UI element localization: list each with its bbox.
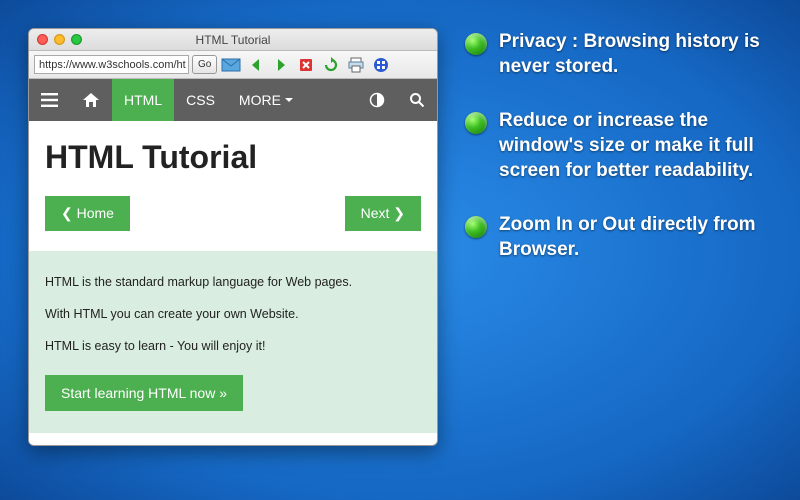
intro-text-2: With HTML you can create your own Websit…: [45, 307, 421, 321]
search-icon[interactable]: [397, 79, 437, 121]
print-icon[interactable]: [345, 54, 367, 76]
intro-text-1: HTML is the standard markup language for…: [45, 275, 421, 289]
feature-item: Reduce or increase the window's size or …: [465, 109, 780, 183]
nav-more[interactable]: MORE: [227, 79, 305, 121]
intro-text-3: HTML is easy to learn - You will enjoy i…: [45, 339, 421, 353]
reload-icon[interactable]: [320, 54, 342, 76]
url-input[interactable]: https://www.w3schools.com/ht: [34, 55, 189, 74]
nav-css[interactable]: CSS: [174, 79, 227, 121]
browser-toolbar: https://www.w3schools.com/ht Go: [29, 51, 437, 79]
page-content: HTML Tutorial ❮ Home Next ❯ HTML is the …: [29, 121, 437, 433]
nav-html[interactable]: HTML: [112, 79, 174, 121]
browser-window: HTML Tutorial https://www.w3schools.com/…: [28, 28, 438, 446]
bullet-icon: [465, 33, 487, 55]
back-icon[interactable]: [245, 54, 267, 76]
theme-icon[interactable]: [357, 79, 397, 121]
start-learning-button[interactable]: Start learning HTML now »: [45, 375, 243, 411]
feature-item: Zoom In or Out directly from Browser.: [465, 213, 780, 262]
menu-icon[interactable]: [29, 79, 70, 121]
stop-icon[interactable]: [295, 54, 317, 76]
home-button[interactable]: ❮ Home: [45, 196, 130, 231]
close-button[interactable]: [37, 34, 48, 45]
home-icon[interactable]: [70, 79, 112, 121]
apps-icon[interactable]: [370, 54, 392, 76]
minimize-button[interactable]: [54, 34, 65, 45]
titlebar: HTML Tutorial: [29, 29, 437, 51]
site-nav: HTML CSS MORE: [29, 79, 437, 121]
feature-item: Privacy : Browsing history is never stor…: [465, 30, 780, 79]
feature-text: Zoom In or Out directly from Browser.: [499, 213, 780, 262]
feature-text: Privacy : Browsing history is never stor…: [499, 30, 780, 79]
feature-text: Reduce or increase the window's size or …: [499, 109, 780, 183]
next-button[interactable]: Next ❯: [345, 196, 421, 231]
go-button[interactable]: Go: [192, 55, 217, 74]
page-title: HTML Tutorial: [45, 139, 421, 176]
intro-panel: HTML is the standard markup language for…: [29, 251, 437, 433]
window-title: HTML Tutorial: [29, 33, 437, 47]
zoom-button[interactable]: [71, 34, 82, 45]
window-controls: [37, 34, 82, 45]
feature-list: Privacy : Browsing history is never stor…: [465, 30, 780, 293]
bullet-icon: [465, 216, 487, 238]
envelope-icon[interactable]: [220, 54, 242, 76]
forward-icon[interactable]: [270, 54, 292, 76]
bullet-icon: [465, 112, 487, 134]
webview: HTML CSS MORE HTML Tutorial ❮ Home Next …: [29, 79, 437, 445]
